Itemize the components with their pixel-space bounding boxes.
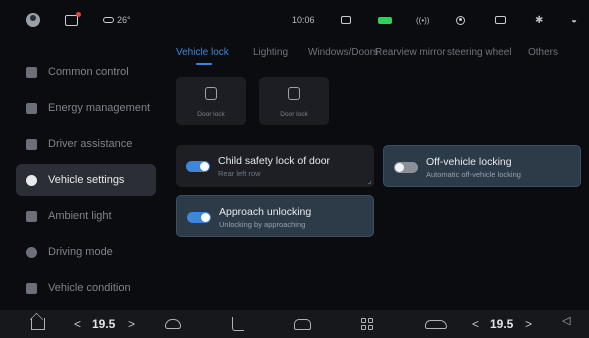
door-lock-icon xyxy=(205,87,217,100)
door-lock-tile-2[interactable]: Door lock xyxy=(259,77,329,125)
left-temp-decrease-button[interactable]: < xyxy=(74,314,81,334)
child-safety-lock-card[interactable]: Child safety lock of door Rear left row xyxy=(176,145,374,187)
tab-vehicle-lock[interactable]: Vehicle lock xyxy=(176,47,229,58)
door-lock-icon xyxy=(288,87,300,100)
sidebar-item-driver-assistance[interactable]: Driver assistance xyxy=(16,128,156,160)
active-tab-indicator xyxy=(196,63,212,65)
card-title: Approach unlocking xyxy=(219,206,312,218)
car-icon xyxy=(294,318,311,330)
car-front-icon xyxy=(26,138,37,150)
volume-icon[interactable]: ◁ xyxy=(562,314,574,327)
seat-icon xyxy=(232,317,244,331)
tab-steering-wheel[interactable]: steering wheel xyxy=(447,47,511,58)
sidebar-item-label: Driving mode xyxy=(48,246,113,258)
lock-icon xyxy=(341,12,351,28)
tab-windows-doors[interactable]: Windows/Doors xyxy=(308,47,378,58)
approach-unlocking-toggle[interactable] xyxy=(187,212,211,223)
sidebar-item-label: Vehicle condition xyxy=(48,282,131,294)
avatar-icon[interactable] xyxy=(26,12,40,28)
expand-corner-icon xyxy=(368,181,371,184)
settings-icon xyxy=(26,174,37,186)
card-title: Child safety lock of door xyxy=(218,155,331,167)
off-vehicle-locking-card[interactable]: Off-vehicle locking Automatic off-vehicl… xyxy=(383,145,581,187)
sidebar-item-label: Common control xyxy=(48,66,129,78)
off-vehicle-locking-toggle[interactable] xyxy=(394,162,418,173)
weather-indicator: 26° xyxy=(103,12,131,28)
left-temp-increase-button[interactable]: > xyxy=(128,314,135,334)
sidebar-item-vehicle-condition[interactable]: Vehicle condition xyxy=(16,272,156,304)
vehicle-button[interactable] xyxy=(294,314,311,334)
seat-button[interactable] xyxy=(232,314,244,334)
door-lock-tile-1[interactable]: Door lock xyxy=(176,77,246,125)
tab-lighting[interactable]: Lighting xyxy=(253,47,288,58)
card-subtitle: Automatic off-vehicle locking xyxy=(426,170,521,179)
sidebar-item-driving-mode[interactable]: Driving mode xyxy=(16,236,156,268)
light-bulb-icon xyxy=(26,210,37,222)
card-subtitle: Unlocking by approaching xyxy=(219,220,306,229)
weather-temp: 26° xyxy=(117,15,131,25)
home-button[interactable] xyxy=(31,314,45,334)
car-status-button[interactable] xyxy=(425,314,447,334)
tab-others[interactable]: Others xyxy=(528,47,558,58)
tile-label: Door lock xyxy=(280,111,308,118)
sidebar-item-label: Vehicle settings xyxy=(48,174,125,186)
shopping-bag-icon[interactable] xyxy=(65,11,81,28)
cloud-icon xyxy=(103,17,114,23)
approach-unlocking-card[interactable]: Approach unlocking Unlocking by approach… xyxy=(176,195,374,237)
energy-icon xyxy=(26,102,37,114)
sidebar-item-energy-management[interactable]: Energy management xyxy=(16,92,156,124)
apps-grid-icon xyxy=(361,318,373,330)
left-temperature: 19.5 xyxy=(92,317,116,331)
vehicle-condition-icon xyxy=(26,282,37,294)
wifi-icon: ◒ xyxy=(571,14,578,26)
right-temp-increase-button[interactable]: > xyxy=(525,314,532,334)
child-safety-lock-toggle[interactable] xyxy=(186,161,210,172)
sidebar-item-vehicle-settings[interactable]: Vehicle settings xyxy=(16,164,156,196)
right-temperature: 19.5 xyxy=(490,317,514,331)
right-temp-decrease-button[interactable]: < xyxy=(472,314,479,334)
car-side-icon xyxy=(425,319,447,329)
bottom-dock: < 19.5 > < 19.5 > ◁ xyxy=(0,310,589,338)
common-control-icon xyxy=(26,66,37,78)
clock: 10:06 xyxy=(292,15,315,25)
home-icon xyxy=(31,318,45,330)
battery-icon xyxy=(378,12,392,28)
camera-icon xyxy=(495,12,506,28)
location-icon xyxy=(456,12,465,28)
steering-wheel-icon xyxy=(26,246,37,258)
card-subtitle: Rear left row xyxy=(218,169,261,178)
sidebar-item-label: Ambient light xyxy=(48,210,112,222)
apps-button[interactable] xyxy=(361,314,373,334)
status-bar: 26° 10:06 ((•)) ✱ ◒ xyxy=(0,0,589,40)
bluetooth-icon: ✱ xyxy=(535,14,544,26)
signal-icon: ((•)) xyxy=(416,15,430,25)
sidebar-item-label: Energy management xyxy=(48,102,151,114)
sidebar-item-common-control[interactable]: Common control xyxy=(16,56,156,88)
fan-icon xyxy=(165,319,181,329)
card-title: Off-vehicle locking xyxy=(426,156,512,168)
sidebar-item-label: Driver assistance xyxy=(48,138,133,150)
fan-button[interactable] xyxy=(165,314,181,334)
sidebar-item-ambient-light[interactable]: Ambient light xyxy=(16,200,156,232)
tile-label: Door lock xyxy=(197,111,225,118)
tab-rearview-mirror[interactable]: Rearview mirror xyxy=(375,47,446,58)
